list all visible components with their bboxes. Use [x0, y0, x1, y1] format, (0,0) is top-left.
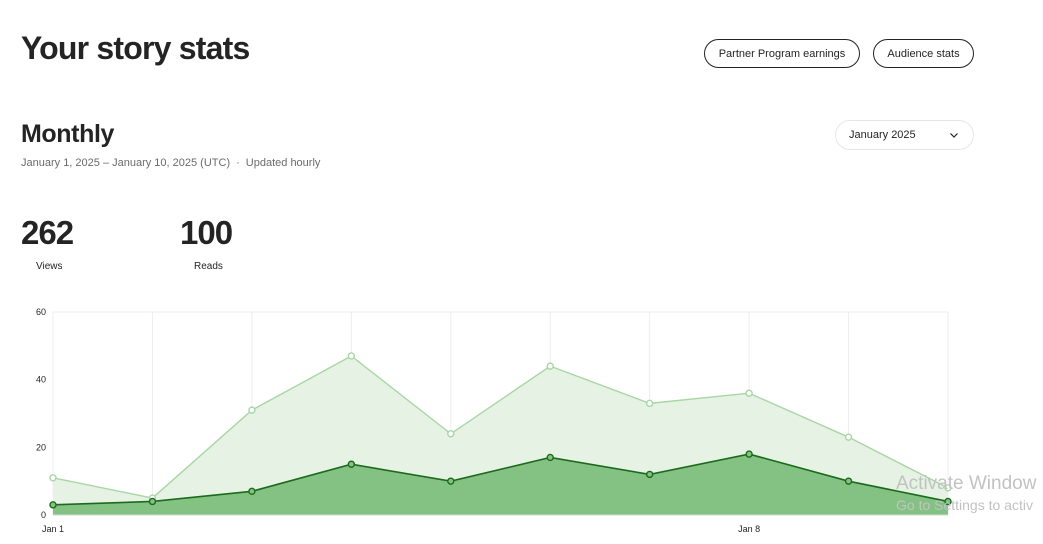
partner-program-earnings-button[interactable]: Partner Program earnings [704, 39, 860, 68]
y-tick-label: 60 [36, 307, 46, 317]
chevron-down-icon [947, 128, 961, 145]
reads-count: 100 [180, 214, 233, 251]
reads-point [745, 450, 753, 458]
audience-stats-button[interactable]: Audience stats [873, 39, 974, 68]
watermark-line-2: Go to Settings to activ [896, 497, 1033, 513]
x-tick-label: Jan 8 [738, 524, 760, 534]
views-point [844, 433, 853, 441]
views-point [347, 352, 356, 360]
date-range-line: January 1, 2025 – January 10, 2025 (UTC)… [21, 157, 320, 169]
views-point [745, 389, 753, 397]
y-tick-label: 0 [41, 510, 46, 520]
month-select-value: January 2025 [849, 129, 916, 141]
reads-point [546, 453, 554, 462]
month-select[interactable]: January 2025 [835, 120, 974, 150]
stats-chart: 0 20 40 60 Jan 1 Jan 8 [36, 307, 952, 534]
separator: · [236, 157, 240, 169]
windows-activation-watermark: Activate Window Go to Settings to activ [896, 473, 1036, 513]
views-point [645, 399, 654, 408]
views-count: 262 [21, 214, 74, 251]
views-point [447, 430, 455, 438]
x-tick-label: Jan 1 [42, 524, 64, 534]
reads-point [844, 477, 853, 485]
reads-label: Reads [194, 261, 223, 272]
date-range: January 1, 2025 – January 10, 2025 (UTC) [21, 157, 231, 169]
reads-point [248, 487, 256, 496]
views-point [49, 474, 57, 482]
reads-point [49, 501, 57, 509]
views-point [248, 406, 256, 414]
page-title: Your story stats [21, 30, 250, 66]
views-point [546, 362, 554, 370]
views-label: Views [36, 261, 63, 272]
section-title: Monthly [21, 120, 115, 148]
reads-point [347, 460, 356, 468]
watermark-line-1: Activate Window [896, 473, 1037, 494]
reads-point [645, 470, 654, 479]
y-tick-label: 40 [36, 375, 46, 385]
reads-point [148, 497, 157, 506]
y-tick-label: 20 [36, 442, 46, 452]
update-note: Updated hourly [245, 157, 321, 169]
reads-point [447, 477, 455, 485]
